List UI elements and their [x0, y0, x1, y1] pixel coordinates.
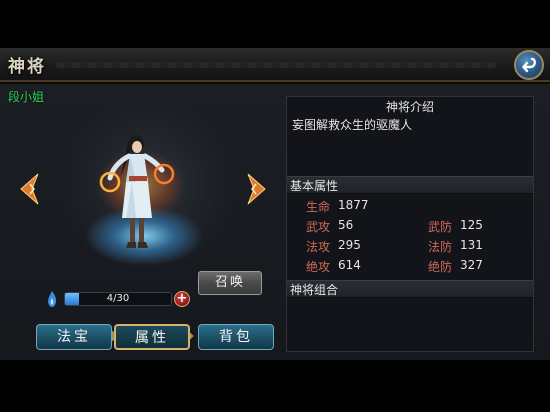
chevron-left-icon	[20, 173, 39, 205]
stat-value-fa-atk: 295	[338, 238, 361, 252]
base-attributes-header: 基本属性	[287, 176, 533, 194]
summon-button[interactable]: 召唤	[198, 271, 262, 295]
hero-combination-header: 神将组合	[287, 280, 533, 298]
stat-value-wu-def: 125	[460, 218, 483, 232]
tab-fabao[interactable]: 法宝	[36, 324, 112, 350]
add-fragment-button[interactable]: +	[174, 291, 190, 307]
chevron-right-icon	[247, 173, 266, 205]
stat-value-jue-atk: 614	[338, 258, 361, 272]
stat-label-fa-atk: 法攻	[306, 240, 331, 254]
stat-label-jue-def: 绝防	[428, 260, 453, 274]
tab-bag[interactable]: 背包	[198, 324, 274, 350]
stat-value-wu-atk: 56	[338, 218, 354, 232]
return-arrow-icon	[522, 57, 536, 73]
stat-label-wu-atk: 武攻	[306, 220, 331, 234]
intro-description: 妄图解救众生的驱魔人	[292, 118, 413, 132]
title-bar-decoration	[56, 62, 496, 68]
stat-label-wu-def: 武防	[428, 220, 453, 234]
hero-character-portrait[interactable]	[96, 134, 176, 252]
plus-icon: +	[176, 291, 188, 306]
stat-value-fa-def: 131	[460, 238, 483, 252]
fragment-progress-text: 4/30	[106, 293, 130, 304]
previous-hero-button[interactable]	[18, 172, 40, 206]
tab-attributes[interactable]: 属性	[114, 324, 190, 350]
stat-label-jue-atk: 绝攻	[306, 260, 331, 274]
character-name: 段小姐	[8, 90, 45, 104]
intro-title: 神将介绍	[385, 100, 434, 114]
page-title: 神将	[8, 57, 46, 77]
back-button[interactable]	[514, 50, 544, 80]
stat-value-jue-def: 327	[460, 258, 483, 272]
soul-flame-icon	[48, 291, 57, 307]
stat-value-hp: 1877	[338, 198, 369, 212]
stat-label-hp: 生命	[306, 200, 331, 214]
next-hero-button[interactable]	[246, 172, 268, 206]
stat-label-fa-def: 法防	[428, 240, 453, 254]
